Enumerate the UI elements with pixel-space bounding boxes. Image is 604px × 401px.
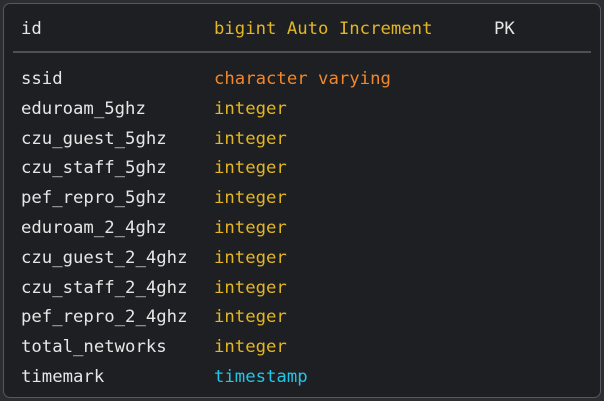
column-name: eduroam_2_4ghz bbox=[21, 217, 167, 238]
column-row[interactable]: czu_guest_5ghz integer bbox=[4, 125, 600, 155]
table-schema-card[interactable]: id bigint Auto Increment PK ssid charact… bbox=[3, 3, 601, 398]
column-type: integer bbox=[214, 247, 287, 268]
column-type: integer bbox=[214, 217, 287, 238]
column-type: integer bbox=[214, 337, 287, 358]
column-name: timemark bbox=[21, 366, 105, 387]
column-list: ssid character varying eduroam_5ghz inte… bbox=[4, 65, 600, 393]
column-row[interactable]: czu_staff_2_4ghz integer bbox=[4, 274, 600, 304]
column-row[interactable]: pef_repro_5ghz integer bbox=[4, 184, 600, 214]
column-name: ssid bbox=[21, 69, 63, 89]
primary-key-row[interactable]: id bigint Auto Increment PK bbox=[4, 14, 600, 44]
pk-badge: PK bbox=[494, 19, 515, 39]
column-name: czu_guest_2_4ghz bbox=[21, 247, 188, 268]
column-row[interactable]: ssid character varying bbox=[4, 65, 600, 95]
column-type: integer bbox=[214, 188, 287, 209]
column-row[interactable]: timemark timestamp bbox=[4, 363, 600, 393]
column-type: integer bbox=[214, 307, 287, 328]
column-row[interactable]: eduroam_5ghz integer bbox=[4, 95, 600, 125]
column-name: total_networks bbox=[21, 337, 167, 358]
column-type: integer bbox=[214, 98, 287, 119]
column-name: czu_staff_5ghz bbox=[21, 158, 167, 179]
column-name: pef_repro_5ghz bbox=[21, 188, 167, 209]
column-row[interactable]: czu_staff_5ghz integer bbox=[4, 154, 600, 184]
column-type: character varying bbox=[214, 69, 391, 89]
column-row[interactable]: czu_guest_2_4ghz integer bbox=[4, 244, 600, 274]
pk-column-name: id bbox=[21, 19, 42, 39]
column-name: pef_repro_2_4ghz bbox=[21, 307, 188, 328]
column-name: czu_guest_5ghz bbox=[21, 128, 167, 149]
column-name: czu_staff_2_4ghz bbox=[21, 277, 188, 298]
column-type: integer bbox=[214, 128, 287, 149]
column-type: integer bbox=[214, 158, 287, 179]
column-row[interactable]: total_networks integer bbox=[4, 333, 600, 363]
column-row[interactable]: pef_repro_2_4ghz integer bbox=[4, 303, 600, 333]
column-type: timestamp bbox=[214, 366, 308, 387]
column-name: eduroam_5ghz bbox=[21, 98, 146, 119]
column-type: integer bbox=[214, 277, 287, 298]
divider bbox=[13, 51, 591, 53]
column-row[interactable]: eduroam_2_4ghz integer bbox=[4, 214, 600, 244]
pk-column-type: bigint Auto Increment bbox=[214, 19, 433, 39]
